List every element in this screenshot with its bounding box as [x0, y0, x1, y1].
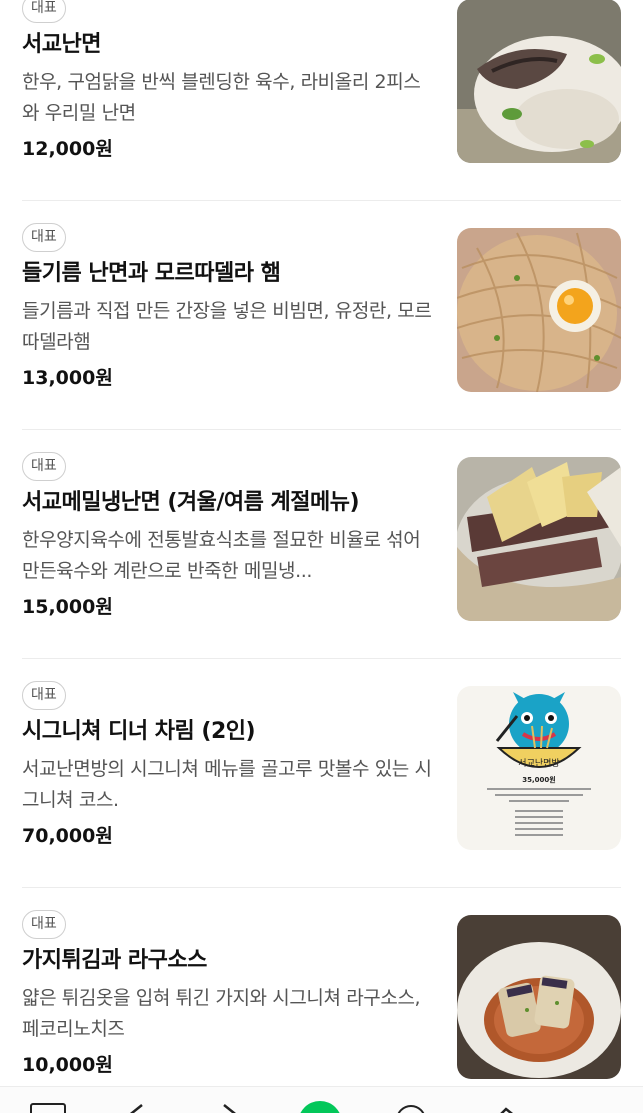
- signature-badge: 대표: [22, 0, 66, 23]
- menu-item-text: 대표 서교난면 한우, 구엄닭을 반씩 블렌딩한 육수, 라비올리 2피스와 우…: [22, 0, 434, 163]
- menu-item[interactable]: 대표 서교메밀냉난면 (겨울/여름 계절메뉴) 한우양지육수에 전통발효식초를 …: [22, 430, 621, 659]
- menu-item-price: 10,000원: [22, 1054, 113, 1076]
- cold-buckwheat-noodle-photo[interactable]: [457, 457, 621, 621]
- menu-item-text: 대표 가지튀김과 라구소스 얇은 튀김옷을 입혀 튀긴 가지와 시그니쳐 라구소…: [22, 910, 434, 1079]
- menu-item[interactable]: 대표 가지튀김과 라구소스 얇은 튀김옷을 입혀 튀긴 가지와 시그니쳐 라구소…: [22, 888, 621, 1113]
- signature-badge: 대표: [22, 452, 66, 481]
- menu-item[interactable]: 대표 들기름 난면과 모르따델라 햄 들기름과 직접 만든 간장을 넣은 비빔면…: [22, 201, 621, 430]
- back-icon[interactable]: [128, 1103, 146, 1113]
- menu-item-description: 한우, 구엄닭을 반씩 블렌딩한 육수, 라비올리 2피스와 우리밀 난면: [22, 71, 421, 124]
- menu-item[interactable]: 대표 서교난면 한우, 구엄닭을 반씩 블렌딩한 육수, 라비올리 2피스와 우…: [22, 0, 621, 201]
- home-icon[interactable]: [298, 1101, 342, 1113]
- menu-list: 대표 서교난면 한우, 구엄닭을 반씩 블렌딩한 육수, 라비올리 2피스와 우…: [0, 0, 643, 1113]
- menu-item-price: 70,000원: [22, 825, 113, 847]
- menu-item-name[interactable]: 서교메밀냉난면 (겨울/여름 계절메뉴): [22, 488, 434, 518]
- bottom-navigation-bar: [0, 1086, 643, 1113]
- menu-item-price: 15,000원: [22, 596, 113, 618]
- menu-item-name[interactable]: 서교난면: [22, 30, 434, 60]
- menu-item-name[interactable]: 시그니쳐 디너 차림 (2인): [22, 717, 434, 747]
- menu-item-description: 서교난면방의 시그니쳐 메뉴를 골고루 맛볼수 있는 시그니쳐 코스.: [22, 758, 432, 811]
- perilla-oil-noodle-photo[interactable]: [457, 228, 621, 392]
- menu-item[interactable]: 대표 시그니쳐 디너 차림 (2인) 서교난면방의 시그니쳐 메뉴를 골고루 맛…: [22, 659, 621, 888]
- menu-item-description: 들기름과 직접 만든 간장을 넣은 비빔면, 유정란, 모르따델라햄: [22, 300, 432, 353]
- menu-item-name[interactable]: 들기름 난면과 모르따델라 햄: [22, 259, 434, 289]
- fried-eggplant-photo[interactable]: [457, 915, 621, 1079]
- menu-item-name[interactable]: 가지튀김과 라구소스: [22, 946, 434, 976]
- menu-item-price: 12,000원: [22, 138, 113, 160]
- signature-badge: 대표: [22, 910, 66, 939]
- menu-item-text: 대표 서교메밀냉난면 (겨울/여름 계절메뉴) 한우양지육수에 전통발효식초를 …: [22, 452, 434, 621]
- signature-course-poster[interactable]: 서교난면방 35,000원: [457, 686, 621, 850]
- search-icon[interactable]: [396, 1105, 426, 1113]
- menu-item-text: 대표 들기름 난면과 모르따델라 햄 들기름과 직접 만든 간장을 넣은 비빔면…: [22, 223, 434, 392]
- poster-title: 서교난면방: [518, 758, 559, 769]
- menu-page: 대표 서교난면 한우, 구엄닭을 반씩 블렌딩한 육수, 라비올리 2피스와 우…: [0, 0, 643, 1113]
- dumpling-noodle-photo[interactable]: [457, 0, 621, 163]
- signature-badge: 대표: [22, 223, 66, 252]
- menu-item-text: 대표 시그니쳐 디너 차림 (2인) 서교난면방의 시그니쳐 메뉴를 골고루 맛…: [22, 681, 434, 850]
- menu-icon[interactable]: [30, 1103, 66, 1113]
- menu-item-price: 13,000원: [22, 367, 113, 389]
- forward-icon[interactable]: [220, 1103, 238, 1113]
- share-icon[interactable]: [492, 1103, 518, 1113]
- poster-price: 35,000원: [522, 775, 555, 784]
- menu-item-description: 한우양지육수에 전통발효식초를 절묘한 비율로 섞어 만든육수와 계란으로 반죽…: [22, 529, 421, 582]
- signature-badge: 대표: [22, 681, 66, 710]
- menu-item-description: 얇은 튀김옷을 입혀 튀긴 가지와 시그니쳐 라구소스, 페코리노치즈: [22, 987, 421, 1040]
